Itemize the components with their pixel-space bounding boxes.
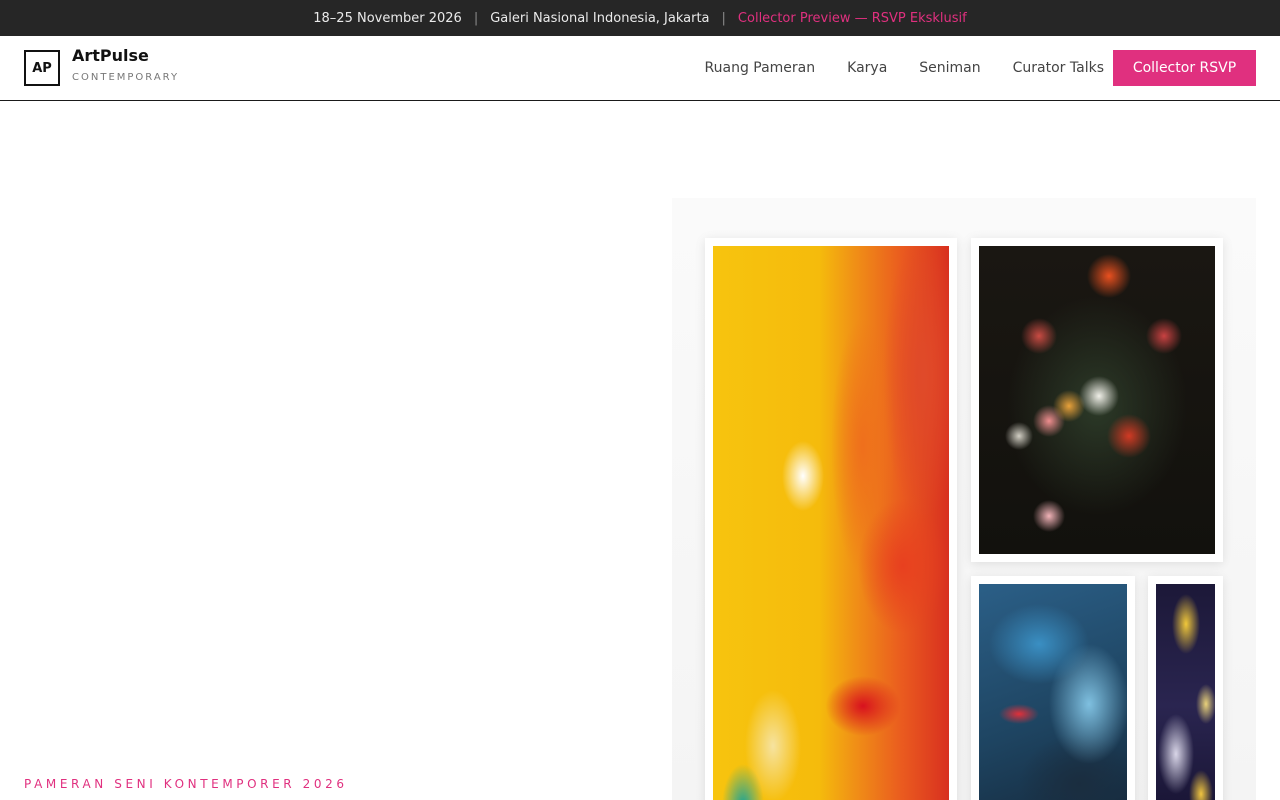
brand-tagline: CONTEMPORARY	[72, 72, 180, 83]
collector-rsvp-button[interactable]: Collector RSVP	[1113, 50, 1256, 86]
artwork-frame[interactable]	[971, 238, 1223, 562]
nav-item-curator-talks[interactable]: Curator Talks	[1013, 60, 1104, 76]
announcement-bar: 18–25 November 2026 | Galeri Nasional In…	[0, 0, 1280, 36]
collector-preview-link[interactable]: Collector Preview — RSVP Eksklusif	[738, 11, 967, 26]
artwork-image-abstract-yellow	[713, 246, 949, 800]
main-nav: Ruang Pameran Karya Seniman Curator Talk…	[705, 36, 1104, 100]
artwork-frame[interactable]	[971, 576, 1135, 800]
artwork-gallery	[672, 198, 1256, 800]
nav-item-ruang-pameran[interactable]: Ruang Pameran	[705, 60, 816, 76]
artwork-frame[interactable]	[705, 238, 957, 800]
separator: |	[473, 10, 479, 26]
nav-item-karya[interactable]: Karya	[847, 60, 887, 76]
artwork-image-blue-abstract	[979, 584, 1127, 800]
brand-name[interactable]: ArtPulse	[72, 46, 149, 65]
site-header: AP ArtPulse CONTEMPORARY Ruang Pameran K…	[0, 36, 1280, 101]
event-venue: Galeri Nasional Indonesia, Jakarta	[490, 10, 710, 26]
nav-item-seniman[interactable]: Seniman	[919, 60, 980, 76]
artwork-frame[interactable]	[1148, 576, 1223, 800]
event-dates: 18–25 November 2026	[313, 10, 462, 26]
artwork-image-floral-still-life	[979, 246, 1215, 554]
artwork-image-marbled	[1156, 584, 1215, 800]
hero-eyebrow: PAMERAN SENI KONTEMPORER 2026	[24, 777, 348, 791]
logo-mark[interactable]: AP	[24, 50, 60, 86]
separator: |	[721, 10, 726, 26]
